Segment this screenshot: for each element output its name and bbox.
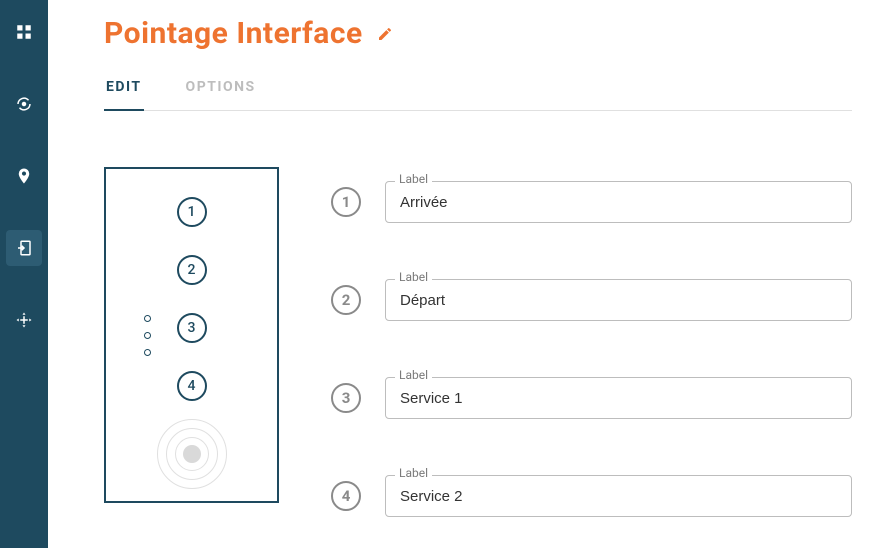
field-legend: Label [395, 270, 432, 284]
tab-options[interactable]: OPTIONS [184, 79, 258, 111]
sidebar [0, 0, 48, 548]
field-legend: Label [395, 368, 432, 382]
main: Pointage Interface EDIT OPTIONS 1 2 3 4 [48, 0, 884, 548]
pin-icon [15, 167, 33, 185]
label-row-3: 3 Label [331, 377, 852, 419]
pencil-icon [377, 26, 393, 42]
label-input-1[interactable] [385, 181, 852, 223]
device-button-3[interactable]: 3 [177, 313, 207, 343]
move-icon [15, 311, 33, 329]
label-row-2: 2 Label [331, 279, 852, 321]
device-led [144, 349, 151, 356]
row-number: 1 [331, 187, 361, 217]
nav-sync[interactable] [6, 86, 42, 122]
row-number: 2 [331, 285, 361, 315]
label-row-4: 4 Label [331, 475, 852, 517]
edit-title-button[interactable] [377, 26, 393, 42]
row-number: 3 [331, 383, 361, 413]
nav-device[interactable] [6, 230, 42, 266]
field-wrap: Label [385, 181, 852, 223]
tabs: EDIT OPTIONS [104, 79, 852, 111]
field-legend: Label [395, 466, 432, 480]
label-fields: 1 Label 2 Label 3 Label [331, 167, 852, 517]
device-button-2[interactable]: 2 [177, 255, 207, 285]
title-row: Pointage Interface [104, 16, 852, 51]
device-led [144, 315, 151, 322]
device-login-icon [15, 239, 33, 257]
device-button-1[interactable]: 1 [177, 197, 207, 227]
device-button-4[interactable]: 4 [177, 371, 207, 401]
device-preview: 1 2 3 4 [104, 167, 279, 503]
field-wrap: Label [385, 377, 852, 419]
nav-move[interactable] [6, 302, 42, 338]
nav-location[interactable] [6, 158, 42, 194]
device-led-strip [144, 315, 151, 356]
sync-icon [15, 95, 33, 113]
row-number: 4 [331, 481, 361, 511]
nav-dashboard[interactable] [6, 14, 42, 50]
page-title: Pointage Interface [104, 16, 363, 51]
label-input-3[interactable] [385, 377, 852, 419]
field-wrap: Label [385, 279, 852, 321]
tab-edit[interactable]: EDIT [104, 79, 144, 111]
label-row-1: 1 Label [331, 181, 852, 223]
field-legend: Label [395, 172, 432, 186]
device-led [144, 332, 151, 339]
field-wrap: Label [385, 475, 852, 517]
content: 1 2 3 4 1 Label 2 [104, 167, 852, 517]
label-input-4[interactable] [385, 475, 852, 517]
grid-icon [15, 23, 33, 41]
label-input-2[interactable] [385, 279, 852, 321]
device-sensor [157, 419, 227, 489]
